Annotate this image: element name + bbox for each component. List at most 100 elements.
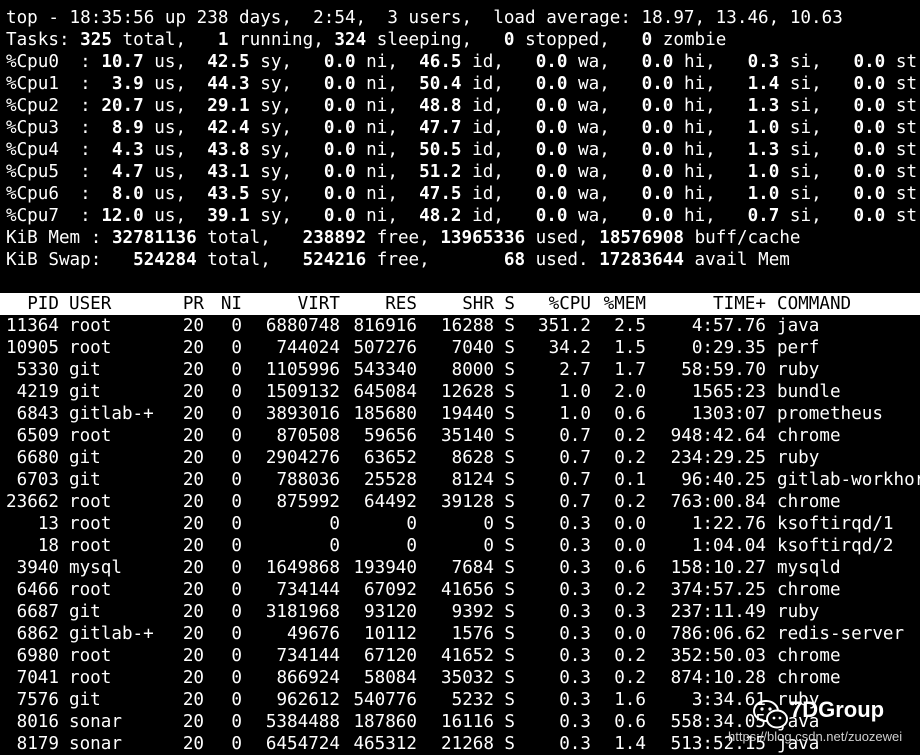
cpu-si: 1.3 bbox=[747, 96, 780, 116]
cell-virt: 0 bbox=[329, 536, 340, 556]
watermark: 7DGroup https://blog.csdn.net/zuozewei bbox=[728, 695, 920, 755]
tasks-line: Tasks: 325 total, 1 running, 324 sleepin… bbox=[6, 29, 726, 51]
cpu-line: %Cpu0 : 10.7 us, 42.5 sy, 0.0 ni, 46.5 i… bbox=[6, 51, 917, 73]
cell-s: S bbox=[504, 470, 515, 490]
cell-shr: 41652 bbox=[441, 646, 494, 666]
cpu-unit: us, bbox=[143, 206, 197, 226]
process-row[interactable]: 7041 root 20 0 866924 58084 35032 S 0.3 0.2 874:10… bbox=[0, 667, 920, 689]
col-pr[interactable]: PR bbox=[169, 293, 204, 315]
cell-cmd: prometheus bbox=[777, 404, 883, 424]
col-res[interactable]: RES bbox=[340, 293, 417, 315]
cpu-us: 8.0 bbox=[101, 184, 144, 204]
process-row[interactable]: 11364 root 20 0 6880748 816916 16288 S 351.2 2.5 4… bbox=[0, 315, 920, 337]
cell-virt: 788036 bbox=[276, 470, 340, 490]
col-mem[interactable]: %MEM bbox=[591, 293, 646, 315]
mem-used: 13965336 bbox=[440, 228, 526, 248]
cell-mem: 0.0 bbox=[614, 536, 646, 556]
cell-mem: 2.0 bbox=[614, 382, 646, 402]
process-row[interactable]: 10905 root 20 0 744024 507276 7040 S 34.2 1.5 0:29… bbox=[0, 337, 920, 359]
cell-cmd: chrome bbox=[777, 426, 841, 446]
col-time[interactable]: TIME+ bbox=[646, 293, 766, 315]
cell-pr: 20 bbox=[182, 360, 204, 380]
cpu-unit: ni, bbox=[355, 162, 409, 182]
col-ni[interactable]: NI bbox=[204, 293, 242, 315]
swap-avail: 17283644 bbox=[599, 250, 684, 270]
tasks-text: stopped, bbox=[514, 30, 642, 50]
process-row[interactable]: 13 root 20 0 0 0 0 S 0.3 0.0 1:22.76 ksoftirqd/1 bbox=[0, 513, 920, 535]
cpu-pad bbox=[620, 96, 641, 116]
process-row[interactable]: 4219 git 20 0 1509132 645084 12628 S 1.0 2.0 1565:… bbox=[0, 381, 920, 403]
cpu-unit: ni, bbox=[355, 118, 409, 138]
cell-time: 58:59.70 bbox=[681, 360, 766, 380]
cell-shr: 16288 bbox=[441, 316, 494, 336]
process-row[interactable]: 18 root 20 0 0 0 0 S 0.3 0.0 1:04.04 ksoftirqd/2 bbox=[0, 535, 920, 557]
col-shr[interactable]: SHR bbox=[417, 293, 494, 315]
cell-cpu: 0.3 bbox=[559, 624, 591, 644]
cell-res: 465312 bbox=[353, 734, 417, 754]
cpu-unit: wa, bbox=[567, 118, 621, 138]
cpu-pad bbox=[409, 140, 420, 160]
cpu-pad bbox=[409, 96, 420, 116]
cell-res: 58084 bbox=[364, 668, 417, 688]
cell-s: S bbox=[504, 624, 515, 644]
process-row[interactable]: 6509 root 20 0 870508 59656 35140 S 0.7 0.2 948:42… bbox=[0, 425, 920, 447]
cell-shr: 41656 bbox=[441, 580, 494, 600]
col-pid[interactable]: PID bbox=[6, 293, 59, 315]
cpu-us: 4.7 bbox=[101, 162, 144, 182]
process-row[interactable]: 3940 mysql 20 0 1649868 193940 7684 S 0.3 0.6 158:… bbox=[0, 557, 920, 579]
cell-virt: 744024 bbox=[276, 338, 340, 358]
cell-ni: 0 bbox=[231, 382, 242, 402]
cell-res: 645084 bbox=[353, 382, 417, 402]
cell-shr: 1576 bbox=[451, 624, 494, 644]
cpu-hi: 0.0 bbox=[641, 140, 674, 160]
col-cpu[interactable]: %CPU bbox=[515, 293, 591, 315]
cell-user: git bbox=[69, 602, 101, 622]
cpu-pad bbox=[832, 140, 853, 160]
cell-ni: 0 bbox=[231, 646, 242, 666]
col-command[interactable]: COMMAND bbox=[766, 293, 851, 315]
cell-user: git bbox=[69, 448, 101, 468]
cell-res: 67120 bbox=[364, 646, 417, 666]
col-virt[interactable]: VIRT bbox=[242, 293, 340, 315]
col-user[interactable]: USER bbox=[59, 293, 169, 315]
cpu-hi: 0.0 bbox=[641, 184, 674, 204]
cpu-id: 47.7 bbox=[419, 118, 462, 138]
cell-ni: 0 bbox=[231, 734, 242, 754]
cell-cpu: 0.7 bbox=[559, 470, 591, 490]
process-row[interactable]: 6687 git 20 0 3181968 93120 9392 S 0.3 0.3 237:11.… bbox=[0, 601, 920, 623]
process-row[interactable]: 23662 root 20 0 875992 64492 39128 S 0.7 0.2 763:0… bbox=[0, 491, 920, 513]
col-s[interactable]: S bbox=[494, 293, 515, 315]
cpu-st: 0.0 bbox=[853, 162, 886, 182]
process-row[interactable]: 6980 root 20 0 734144 67120 41652 S 0.3 0.2 352:50… bbox=[0, 645, 920, 667]
process-row[interactable]: 6466 root 20 0 734144 67092 41656 S 0.3 0.2 374:57… bbox=[0, 579, 920, 601]
cell-ni: 0 bbox=[231, 514, 242, 534]
cpu-pad bbox=[303, 140, 324, 160]
cpu-sy: 42.4 bbox=[207, 118, 250, 138]
cpu-pad bbox=[303, 184, 324, 204]
process-row[interactable]: 6843 gitlab-+ 20 0 3893016 185680 19440 S 1.0 0.6… bbox=[0, 403, 920, 425]
process-row[interactable]: 6703 git 20 0 788036 25528 8124 S 0.7 0.1 96:40.25… bbox=[0, 469, 920, 491]
cpu-line: %Cpu3 : 8.9 us, 42.4 sy, 0.0 ni, 47.7 id… bbox=[6, 117, 917, 139]
cpu-si: 0.3 bbox=[747, 52, 780, 72]
cell-shr: 7040 bbox=[451, 338, 494, 358]
cpu-si: 1.0 bbox=[747, 118, 780, 138]
cell-s: S bbox=[504, 602, 515, 622]
cell-cpu: 2.7 bbox=[559, 360, 591, 380]
cell-ni: 0 bbox=[231, 316, 242, 336]
process-row[interactable]: 5330 git 20 0 1105996 543340 8000 S 2.7 1.7 58:59.… bbox=[0, 359, 920, 381]
cell-cmd: ruby bbox=[777, 360, 820, 380]
process-row[interactable]: 6680 git 20 0 2904276 63652 8628 S 0.7 0.2 234:29.… bbox=[0, 447, 920, 469]
cpu-pad bbox=[832, 206, 853, 226]
cpu-pad bbox=[726, 96, 747, 116]
cell-cpu: 0.3 bbox=[559, 734, 591, 754]
cell-time: 374:57.25 bbox=[670, 580, 766, 600]
mem-text: free, bbox=[366, 228, 441, 248]
cpu-si: 1.0 bbox=[747, 162, 780, 182]
cell-pid: 6466 bbox=[16, 580, 59, 600]
cell-cmd: chrome bbox=[777, 580, 841, 600]
process-row[interactable]: 6862 gitlab-+ 20 0 49676 10112 1576 S 0.3 0.0 786:… bbox=[0, 623, 920, 645]
mem-text: buff/cache bbox=[684, 228, 801, 248]
cell-cpu: 0.3 bbox=[559, 690, 591, 710]
cpu-pad bbox=[620, 184, 641, 204]
cpu-pad bbox=[832, 96, 853, 116]
